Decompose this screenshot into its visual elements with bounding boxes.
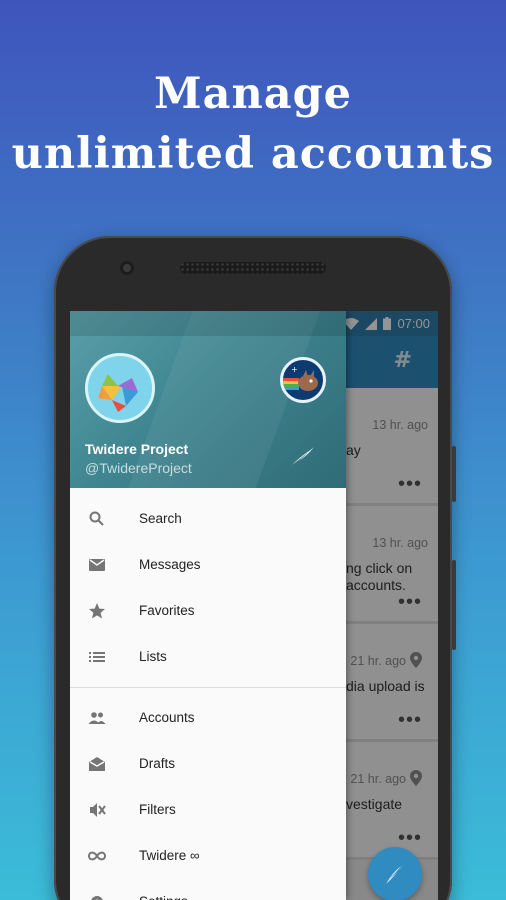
drawer-status-scrim [70,311,346,336]
drawer-item-favorites[interactable]: Favorites [70,588,346,634]
account-name: Twidere Project [85,441,189,457]
drawer-item-label: Filters [139,802,176,817]
compose-quill-icon[interactable] [290,445,316,467]
headline-line-2: unlimited accounts [11,129,495,179]
drawer-item-label: Accounts [139,710,195,725]
drawer-item-label: Favorites [139,603,195,618]
drawer-item-label: Drafts [139,756,176,771]
drawer-item-filters[interactable]: Filters [70,787,346,833]
phone-screen: 07:00 # 13 hr. ago ay ••• 13 hr. ago ng clic… [70,311,438,900]
drawer-menu: Search Messages Favorites Lists Accounts Dra… [70,488,346,900]
compose-fab[interactable] [368,847,422,900]
drawer-item-drafts[interactable]: Drafts [70,741,346,787]
secondary-account-avatar[interactable]: + [280,357,326,403]
star-icon [89,603,105,619]
account-handle: @TwidereProject [85,460,192,476]
drawer-item-twidere[interactable]: Twidere ∞ [70,833,346,879]
drafts-icon [89,757,105,771]
svg-text:+: + [291,365,298,374]
list-icon [89,652,105,662]
menu-divider [70,687,346,688]
filter-mute-icon [90,803,106,817]
navigation-drawer: + Twidere Project @TwidereProject Search… [70,311,346,900]
nyan-fox-icon: + [283,365,318,391]
drawer-item-label: Settings [139,894,188,900]
drawer-item-settings[interactable]: Settings [70,879,346,900]
drawer-item-label: Messages [139,557,201,572]
quill-icon [386,864,404,884]
promo-headline: Manage unlimited accounts [0,64,506,184]
twidere-logo-icon [98,374,138,412]
phone-volume-button [452,446,456,502]
account-avatar[interactable] [85,353,155,423]
phone-power-button [452,560,456,650]
drawer-item-label: Lists [139,649,167,664]
people-icon [88,712,106,724]
settings-icon [91,896,103,900]
infinity-icon [88,851,106,861]
phone-speaker [180,262,326,274]
drawer-item-lists[interactable]: Lists [70,634,346,680]
search-icon [89,511,104,526]
drawer-item-accounts[interactable]: Accounts [70,695,346,741]
drawer-item-label: Twidere ∞ [139,848,200,863]
drawer-item-messages[interactable]: Messages [70,542,346,588]
mail-icon [89,559,105,571]
drawer-item-label: Search [139,511,182,526]
headline-line-1: Manage [153,69,352,119]
phone-camera [120,261,134,275]
drawer-header: + Twidere Project @TwidereProject [70,311,346,488]
drawer-item-search[interactable]: Search [70,496,346,542]
